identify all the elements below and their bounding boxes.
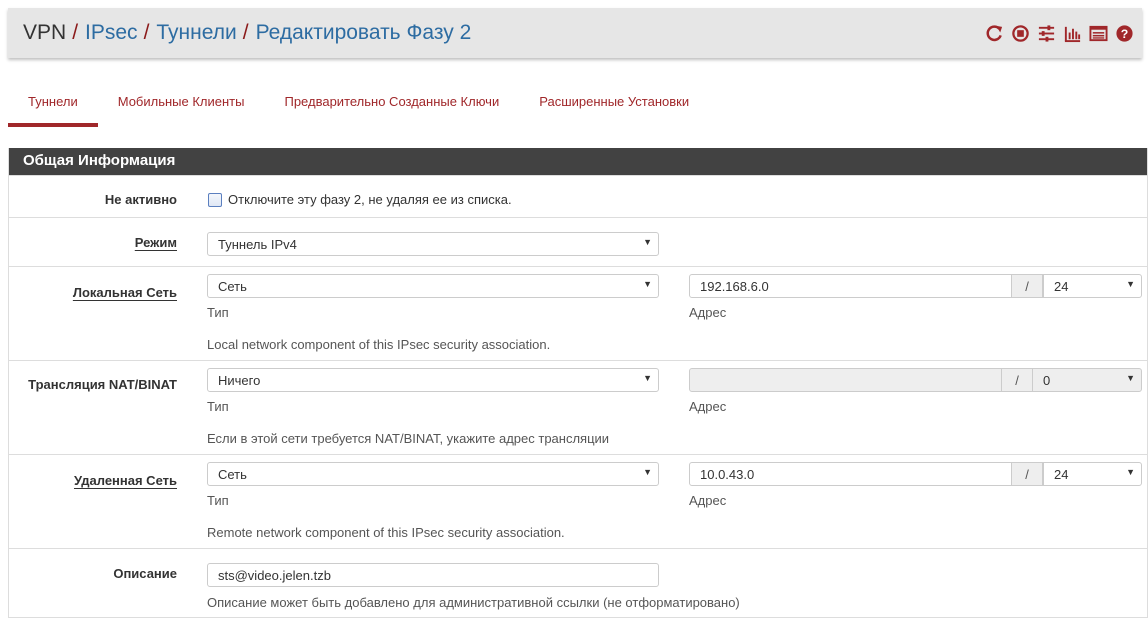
local-network-slash: / (1011, 274, 1043, 298)
remote-network-type-select[interactable]: Сеть ▼ (207, 462, 659, 486)
remote-network-mask-select[interactable]: 24 ▼ (1043, 462, 1142, 486)
row-remote-network: Удаленная Сеть Сеть ▼ Тип 10.0.43.0 / 24… (9, 454, 1147, 548)
breadcrumb-edit-phase2[interactable]: Редактировать Фазу 2 (256, 21, 472, 45)
remote-network-slash: / (1011, 462, 1043, 486)
row-nat: Трансляция NAT/BINAT Ничего ▼ Тип / 0 ▼ … (9, 360, 1147, 454)
row-description: Описание sts@video.jelen.tzb Описание мо… (9, 548, 1147, 616)
nat-type-select[interactable]: Ничего ▼ (207, 368, 659, 392)
row-local-network: Локальная Сеть Сеть ▼ Тип 192.168.6.0 / … (9, 266, 1147, 360)
remote-network-help: Remote network component of this IPsec s… (207, 525, 565, 540)
nat-label: Трансляция NAT/BINAT (28, 377, 177, 392)
nat-address-label: Адрес (689, 399, 727, 414)
tab-bar: Туннели Мобильные Клиенты Предварительно… (8, 80, 709, 127)
nat-help: Если в этой сети требуется NAT/BINAT, ук… (207, 431, 610, 446)
disabled-checkbox[interactable] (208, 193, 222, 207)
remote-network-address-label: Адрес (689, 493, 727, 508)
local-network-mask-value: 24 (1054, 279, 1069, 294)
local-network-address-label: Адрес (689, 305, 727, 320)
nat-mask-select[interactable]: 0 ▼ (1032, 368, 1142, 392)
local-network-label: Локальная Сеть (72, 285, 177, 300)
remote-network-mask-value: 24 (1054, 467, 1069, 482)
row-mode: Режим Туннель IPv4 ▼ (9, 217, 1147, 266)
chevron-down-icon: ▼ (1126, 373, 1135, 383)
breadcrumb: VPN / IPsec / Туннели / Редактировать Фа… (23, 21, 471, 45)
settings-sliders-icon[interactable] (1037, 24, 1056, 43)
stop-service-icon[interactable] (1011, 24, 1030, 43)
restart-service-icon[interactable] (985, 24, 1004, 43)
breadcrumb-tunnels[interactable]: Туннели (156, 21, 236, 45)
mode-label: Режим (134, 235, 177, 250)
nat-slash: / (1001, 368, 1033, 392)
tab-pre-shared-keys[interactable]: Предварительно Созданные Ключи (264, 80, 519, 127)
nat-type-value: Ничего (218, 373, 261, 388)
description-value: sts@video.jelen.tzb (218, 568, 331, 583)
breadcrumb-ipsec[interactable]: IPsec (85, 21, 138, 45)
page-header: VPN / IPsec / Туннели / Редактировать Фа… (8, 8, 1142, 58)
chevron-down-icon: ▼ (643, 237, 652, 247)
svg-text:?: ? (1121, 27, 1129, 41)
log-list-icon[interactable] (1089, 24, 1108, 43)
local-network-mask-select[interactable]: 24 ▼ (1043, 274, 1142, 298)
tab-mobile-clients[interactable]: Мобильные Клиенты (98, 80, 265, 127)
breadcrumb-separator: / (143, 21, 150, 44)
header-icons: ? (985, 24, 1134, 43)
local-network-address-value: 192.168.6.0 (700, 279, 769, 294)
remote-network-label: Удаленная Сеть (73, 473, 177, 488)
disabled-checkbox-text: Отключите эту фазу 2, не удаляя ее из сп… (228, 192, 512, 207)
remote-network-address-input[interactable]: 10.0.43.0 (689, 462, 1012, 486)
chevron-down-icon: ▼ (643, 467, 652, 477)
description-help: Описание может быть добавлено для админи… (207, 595, 740, 610)
chevron-down-icon: ▼ (643, 279, 652, 289)
breadcrumb-separator: / (72, 21, 79, 44)
chevron-down-icon: ▼ (643, 373, 652, 383)
local-network-type-select[interactable]: Сеть ▼ (207, 274, 659, 298)
chevron-down-icon: ▼ (1126, 279, 1135, 289)
local-network-type-value: Сеть (218, 279, 247, 294)
description-label: Описание (113, 566, 177, 581)
chevron-down-icon: ▼ (1126, 467, 1135, 477)
general-info-panel: Общая Информация Не активно Отключите эт… (8, 148, 1148, 618)
nat-mask-value: 0 (1043, 373, 1051, 388)
row-disabled: Не активно Отключите эту фазу 2, не удал… (9, 175, 1147, 217)
status-chart-icon[interactable] (1063, 24, 1082, 43)
mode-select-value: Туннель IPv4 (218, 237, 297, 252)
nat-address-input[interactable] (689, 368, 1002, 392)
remote-network-type-value: Сеть (218, 467, 247, 482)
breadcrumb-vpn: VPN (23, 21, 67, 44)
description-input[interactable]: sts@video.jelen.tzb (207, 563, 659, 587)
tab-advanced-settings[interactable]: Расширенные Установки (519, 80, 709, 127)
tab-tunnels[interactable]: Туннели (8, 80, 98, 127)
mode-select[interactable]: Туннель IPv4 ▼ (207, 232, 659, 256)
local-network-address-input[interactable]: 192.168.6.0 (689, 274, 1012, 298)
local-network-help: Local network component of this IPsec se… (207, 337, 551, 352)
breadcrumb-separator: / (242, 21, 249, 44)
help-icon[interactable]: ? (1115, 24, 1134, 43)
panel-title: Общая Информация (9, 148, 1147, 175)
disabled-label: Не активно (104, 192, 177, 207)
remote-network-type-label: Тип (207, 493, 229, 508)
local-network-type-label: Тип (207, 305, 229, 320)
remote-network-address-value: 10.0.43.0 (700, 467, 755, 482)
nat-type-label: Тип (207, 399, 229, 414)
